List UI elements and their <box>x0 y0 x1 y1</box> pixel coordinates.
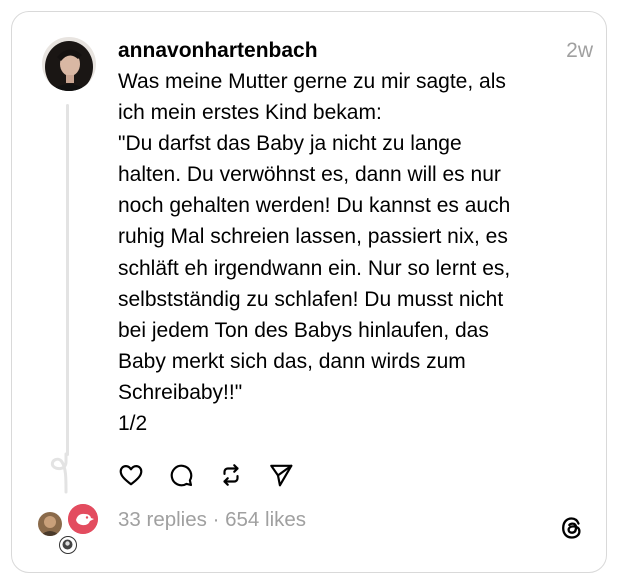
author-username[interactable]: annavonhartenbach <box>118 37 318 65</box>
post-text-line: Was meine Mutter gerne zu mir sagte, als <box>118 70 506 93</box>
threads-logo-icon[interactable] <box>558 514 586 542</box>
replies-count[interactable]: 33 replies <box>118 508 207 531</box>
post-stats: 33 replies · 654 likes <box>118 506 306 534</box>
post-text-line: selbstständig zu schlafen! Du musst nich… <box>118 287 504 311</box>
send-paper-plane-icon <box>270 464 293 487</box>
post-body: Was meine Mutter gerne zu mir sagte, als… <box>118 66 588 439</box>
repost-arrows-icon <box>223 464 239 486</box>
reply-avatar <box>38 512 62 536</box>
thread-connector-line <box>66 104 69 456</box>
post-text-line: bei jedem Ton des Babys hinlaufen, das <box>118 318 489 342</box>
reply-avatar-bird-icon <box>68 504 98 534</box>
post-text-line: ich mein erstes Kind bekam: <box>118 101 382 125</box>
post-text-line: halten. Du verwöhnst es, dann will es nu… <box>118 163 501 187</box>
like-button[interactable] <box>116 460 146 490</box>
post-text-line: ruhig Mal schreien lassen, passiert nix,… <box>118 225 508 249</box>
post-text-line: "Du darfst das Baby ja nicht zu lange <box>118 132 462 156</box>
post-actions <box>116 460 316 490</box>
post-text-line: Baby merkt sich das, dann wirds zum <box>118 349 466 373</box>
likes-count[interactable]: 654 likes <box>225 508 306 531</box>
reply-avatar-photo <box>62 539 73 550</box>
reply-avatar <box>59 536 77 554</box>
author-photo <box>42 37 96 91</box>
reply-avatar <box>68 504 98 534</box>
stats-separator: · <box>206 508 226 531</box>
repost-button[interactable] <box>216 460 246 490</box>
reply-button[interactable] <box>166 460 196 490</box>
comment-bubble-icon <box>170 464 193 487</box>
post-timestamp[interactable]: 2w <box>566 37 593 65</box>
heart-icon <box>119 465 143 486</box>
author-avatar[interactable] <box>42 37 96 91</box>
post-text-line: Schreibaby!!" <box>118 380 243 404</box>
post-text-line: 1/2 <box>118 412 148 436</box>
thread-loop-icon <box>50 452 68 494</box>
reply-avatar-photo <box>38 512 62 536</box>
post-text-line: noch gehalten werden! Du kannst es auch <box>118 194 511 218</box>
share-button[interactable] <box>266 460 296 490</box>
post-text-line: schläft eh irgendwann ein. Nur so lernt … <box>118 256 511 280</box>
